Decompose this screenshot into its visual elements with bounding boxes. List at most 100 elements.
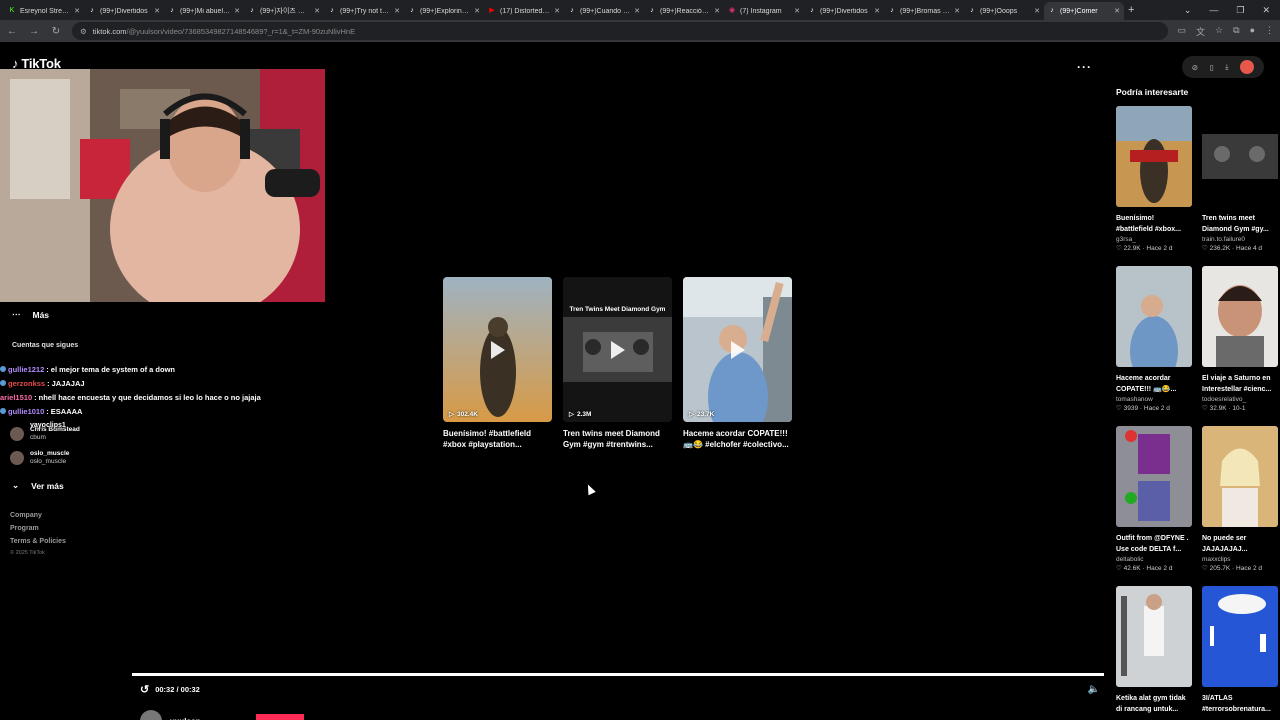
menu-kebab-icon[interactable]: ⋮ [1265,25,1274,38]
browser-tab[interactable]: ♪ (99+)Bromas dive ✕ [884,2,964,20]
recommendation-card[interactable]: No puede ser JAJAJAJAJ... maxxclips ♡ 20… [1202,426,1278,586]
forward-icon[interactable]: → [28,26,40,37]
rec-title[interactable]: No puede ser JAJAJAJAJ... [1202,533,1278,555]
browser-tab[interactable]: ♪ (99+)Cuando el a ✕ [564,2,644,20]
rec-author[interactable]: maxxclips [1202,555,1278,564]
recommendation-card[interactable]: Ketika alat gym tidak di rancang untuk..… [1116,586,1192,720]
browser-tab[interactable]: ♪ (99+)Exploring M ✕ [404,2,484,20]
tab-search-icon[interactable]: ⌄ [1184,5,1192,16]
rec-author[interactable]: todoesrelativo_ [1202,395,1278,404]
replay-icon[interactable]: ↺ [140,683,149,696]
new-tab-button[interactable]: + [1128,4,1134,16]
browser-tab[interactable]: ♪ (99+)Mi abuela y ✕ [164,2,244,20]
rec-author[interactable]: deltabolic [1116,555,1192,564]
rec-thumbnail[interactable] [1202,266,1278,367]
browser-tab[interactable]: ♪ (99+)Try not to la ✕ [324,2,404,20]
recommendation-card[interactable]: El viaje a Saturno en Interestellar #cie… [1202,266,1278,426]
more-menu[interactable]: ⋯ Más [12,309,49,320]
tab-close-icon[interactable]: ✕ [154,7,160,15]
phone-icon[interactable]: ▯ [1210,63,1214,72]
tab-close-icon[interactable]: ✕ [874,7,880,15]
cast-icon[interactable]: ▭ [1178,25,1187,38]
rec-thumbnail[interactable] [1202,426,1278,527]
video-thumbnail[interactable]: Tren Twins Meet Diamond Gym ▷ 2.3M [563,277,672,422]
tab-close-icon[interactable]: ✕ [474,7,480,15]
following-item-oslo[interactable]: oslo_muscle oslo_muscle [10,446,80,470]
more-options-icon[interactable]: ··· [1077,60,1092,74]
follow-button[interactable] [256,714,304,720]
tab-close-icon[interactable]: ✕ [234,7,240,15]
video-progress-bar[interactable] [132,673,1104,676]
bookmark-star-icon[interactable]: ☆ [1215,25,1223,38]
footer-company-link[interactable]: Company [10,512,66,519]
related-video-card[interactable]: Tren Twins Meet Diamond Gym ▷ 2.3M Tren t… [563,277,672,450]
tab-close-icon[interactable]: ✕ [1114,7,1120,15]
recommendation-card[interactable]: Outfit from @DFYNE . Use code DELTA f...… [1116,426,1192,586]
download-icon[interactable]: ⤓ [1225,62,1228,72]
recommendation-card[interactable]: Haceme acordar COPATE!!! 🚌😂... tomashano… [1116,266,1192,426]
tab-close-icon[interactable]: ✕ [394,7,400,15]
rec-thumbnail[interactable] [1202,106,1278,207]
tab-close-icon[interactable]: ✕ [634,7,640,15]
see-more-button[interactable]: ⌄ Ver más [12,480,64,491]
user-avatar-icon[interactable] [1240,60,1255,74]
browser-tab[interactable]: ◉ (7) Instagram ✕ [724,2,804,20]
rec-title[interactable]: Buenísimo! #battlefield #xbox... [1116,213,1192,235]
close-window-icon[interactable]: ✕ [1262,5,1270,16]
rec-thumbnail[interactable] [1116,266,1192,367]
reload-icon[interactable]: ↻ [50,26,62,37]
rec-title[interactable]: El viaje a Saturno en Interestellar #cie… [1202,373,1278,395]
browser-tab[interactable]: ♪ (99+)Divertidos ✕ [84,2,164,20]
rec-title[interactable]: Tren twins meet Diamond Gym #gy... [1202,213,1278,235]
video-thumbnail[interactable]: ▷ 302.4K [443,277,552,422]
browser-tab[interactable]: ♪ (99+)Reacción di ✕ [644,2,724,20]
tab-close-icon[interactable]: ✕ [554,7,560,15]
footer-program-link[interactable]: Program [10,525,66,532]
rec-thumbnail[interactable] [1116,586,1192,687]
profile-icon[interactable]: ● [1250,25,1255,38]
recommendation-card[interactable]: 3I/ATLAS #terrorsobrenatura... [1202,586,1278,720]
video-thumbnail[interactable]: ▷ 23.7K [683,277,792,422]
related-video-card[interactable]: ▷ 302.4K Buenísimo! #battlefield #xbox #p… [443,277,552,450]
translate-icon[interactable]: 文 [1196,25,1205,38]
site-info-icon[interactable]: ⚙ [80,27,87,36]
tab-close-icon[interactable]: ✕ [1034,7,1040,15]
rec-thumbnail[interactable] [1116,426,1192,527]
rec-thumbnail[interactable] [1116,106,1192,207]
browser-tab[interactable]: ♪ (99+)Divertidos ✕ [804,2,884,20]
author-name[interactable]: yuulson [170,717,201,720]
tab-close-icon[interactable]: ✕ [314,7,320,15]
browser-tab[interactable]: ♪ (99+)Ooops ✕ [964,2,1044,20]
browser-tab[interactable]: ▶ (17) Distorted M ✕ [484,2,564,20]
rec-title[interactable]: Outfit from @DFYNE . Use code DELTA f... [1116,533,1192,555]
tab-close-icon[interactable]: ✕ [794,7,800,15]
recommendation-card[interactable]: Tren twins meet Diamond Gym #gy... train… [1202,106,1278,266]
tab-close-icon[interactable]: ✕ [74,7,80,15]
browser-tab[interactable]: ♪ (99+)자이즈 드립 ✕ [244,2,324,20]
rec-author[interactable]: g3rsa_ [1116,235,1192,244]
back-icon[interactable]: ← [6,26,18,37]
minimize-icon[interactable]: — [1209,5,1218,15]
video-title[interactable]: Buenísimo! #battlefield #xbox #playstati… [443,428,552,450]
related-video-card[interactable]: ▷ 23.7K Haceme acordar COPATE!!! 🚌😂 #elch… [683,277,792,450]
footer-terms-link[interactable]: Terms & Policies [10,538,66,545]
video-author[interactable]: yuulson [140,710,201,720]
video-title[interactable]: Tren twins meet Diamond Gym #gym #trentw… [563,428,672,450]
volume-icon[interactable]: 🔈 [1088,684,1100,695]
browser-tab[interactable]: K Esreynol Stream ✕ [4,2,84,20]
rec-title[interactable]: Haceme acordar COPATE!!! 🚌😂... [1116,373,1192,395]
rec-title[interactable]: Ketika alat gym tidak di rancang untuk..… [1116,693,1192,715]
rec-thumbnail[interactable] [1202,586,1278,687]
compass-icon[interactable]: ⊘ [1192,63,1198,72]
maximize-icon[interactable]: ❐ [1236,5,1244,16]
url-field[interactable]: ⚙ tiktok.com/@yuulson/video/736853498271… [72,22,1168,40]
extensions-icon[interactable]: ⧉ [1233,25,1239,38]
rec-title[interactable]: 3I/ATLAS #terrorsobrenatura... [1202,693,1278,715]
recommendation-card[interactable]: Buenísimo! #battlefield #xbox... g3rsa_ … [1116,106,1192,266]
video-title[interactable]: Haceme acordar COPATE!!! 🚌😂 #elchofer #c… [683,428,792,450]
tab-close-icon[interactable]: ✕ [714,7,720,15]
author-avatar[interactable] [140,710,162,720]
rec-author[interactable]: tomashanow [1116,395,1192,404]
rec-author[interactable]: train.to.failure0 [1202,235,1278,244]
browser-tab[interactable]: ♪ (99+)Comer ✕ [1044,2,1124,20]
